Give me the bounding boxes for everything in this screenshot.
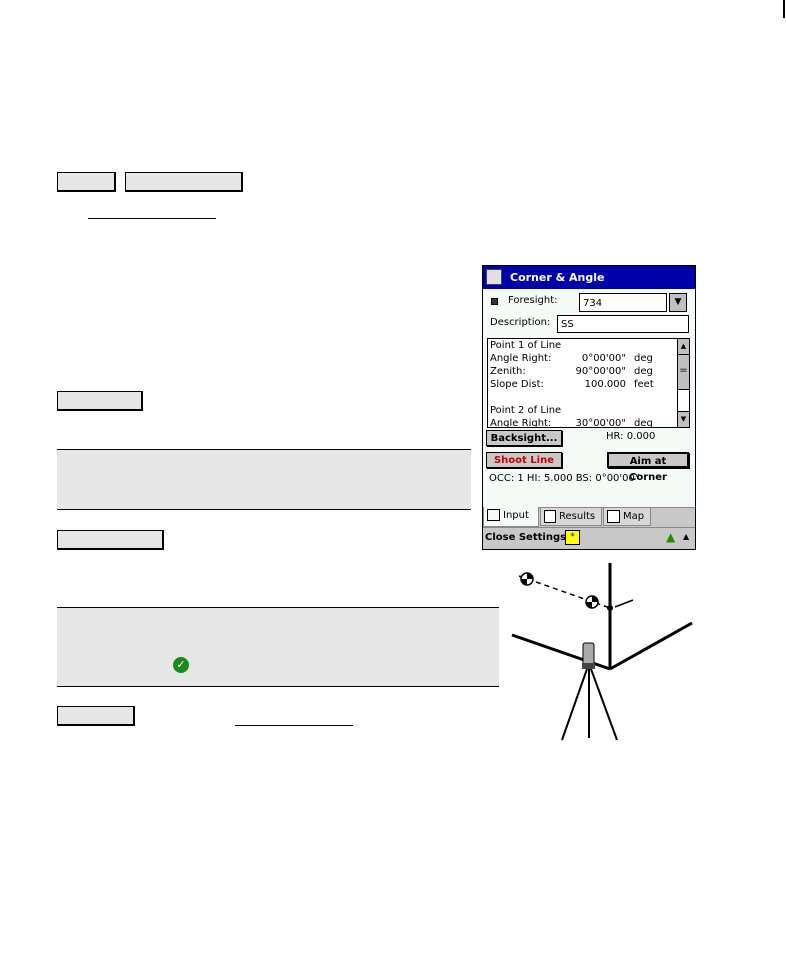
link-underline-2[interactable] [235, 725, 353, 726]
status-text: OCC: 1 HI: 5.000 BS: 0°00'00" [489, 473, 640, 484]
key-box-5 [57, 706, 135, 726]
list-item: Point 2 of Line [490, 404, 676, 417]
list-item-unit: feet [634, 379, 654, 390]
list-item-label: Angle Right: [490, 418, 552, 428]
app-icon [486, 269, 502, 285]
scroll-thumb[interactable]: = [678, 354, 689, 390]
list-item: Zenith: 90°00'00" deg [490, 365, 676, 378]
menu-up-icon[interactable]: ▲ [683, 532, 689, 541]
list-item-value [570, 391, 626, 404]
list-item: Angle Right: 0°00'00" deg [490, 352, 676, 365]
list-item: Point 1 of Line [490, 339, 676, 352]
link-underline-1[interactable] [88, 218, 216, 219]
title-bar: Corner & Angle [483, 266, 695, 289]
shoot-line-button[interactable]: Shoot Line [486, 452, 562, 468]
warning-icon[interactable]: ▲ [666, 530, 675, 544]
list-item-value [570, 404, 626, 417]
foresight-dropdown-button[interactable]: ▼ [669, 293, 687, 312]
tab-results[interactable]: Results [540, 508, 602, 526]
device-screen: Corner & Angle Foresight: 734 ▼ Descript… [482, 265, 696, 550]
foresight-field[interactable]: 734 [579, 293, 667, 312]
key-box-4 [57, 530, 164, 550]
backsight-button[interactable]: Backsight... [486, 430, 562, 446]
list-scrollbar[interactable]: ▲ = ▼ [677, 339, 689, 427]
target-icon-1 [520, 572, 534, 586]
foresight-label: Foresight: [508, 295, 558, 306]
screen-title: Corner & Angle [510, 271, 605, 284]
list-item [490, 391, 676, 404]
list-item-value: 30°00'00" [575, 418, 626, 428]
pointer-arrow [614, 599, 634, 608]
list-item-value: 90°00'00" [575, 366, 626, 377]
tab-map[interactable]: Map [603, 508, 651, 526]
corner-point [607, 605, 613, 611]
wall-left [511, 633, 611, 671]
list-item-label: Slope Dist: [490, 379, 544, 390]
list-item-value: 100.000 [584, 379, 626, 390]
list-item-label [490, 391, 570, 404]
check-icon: ✓ [173, 657, 189, 673]
wall-right [609, 621, 693, 671]
list-item-label: Point 2 of Line [490, 405, 562, 416]
page-edge-rule [783, 0, 785, 18]
scroll-down-icon[interactable]: ▼ [678, 411, 689, 427]
target-icon-2 [585, 595, 599, 609]
list-item-unit: deg [634, 366, 653, 377]
list-item: Angle Right: 30°00'00" deg [490, 417, 676, 428]
foresight-marker-icon [491, 298, 498, 305]
results-list: Point 1 of Line Angle Right: 0°00'00" deg Ze… [487, 338, 690, 428]
description-field[interactable]: SS [557, 315, 689, 333]
note-band-2 [57, 607, 499, 687]
note-band-1 [57, 449, 471, 510]
key-box-3 [57, 391, 143, 411]
hr-text: HR: 0.000 [606, 431, 656, 442]
list-item-unit: deg [634, 353, 653, 364]
list-item-label: Point 1 of Line [490, 340, 562, 351]
close-settings-menu[interactable]: Close Settings [485, 532, 566, 543]
results-tab-icon [544, 509, 556, 523]
input-tab-icon [487, 509, 500, 521]
map-tab-icon [607, 509, 620, 523]
description-label: Description: [490, 317, 551, 328]
list-item-label: Zenith: [490, 366, 526, 377]
tab-input[interactable]: Input [483, 507, 539, 527]
list-item-value: 0°00'00" [581, 353, 626, 364]
key-box-1 [57, 172, 116, 192]
list-item-label: Angle Right: [490, 353, 552, 364]
key-box-2 [125, 172, 243, 192]
aim-at-corner-button[interactable]: Aim at Corner [607, 452, 689, 483]
list-item-unit: deg [634, 418, 653, 428]
scroll-up-icon[interactable]: ▲ [678, 339, 689, 354]
instrument-illustration [511, 563, 693, 741]
command-bar: Close Settings * ▲ ▲ [483, 527, 695, 549]
list-item-value [570, 339, 626, 352]
list-item: Slope Dist: 100.000 feet [490, 378, 676, 391]
star-icon[interactable]: * [565, 530, 580, 545]
